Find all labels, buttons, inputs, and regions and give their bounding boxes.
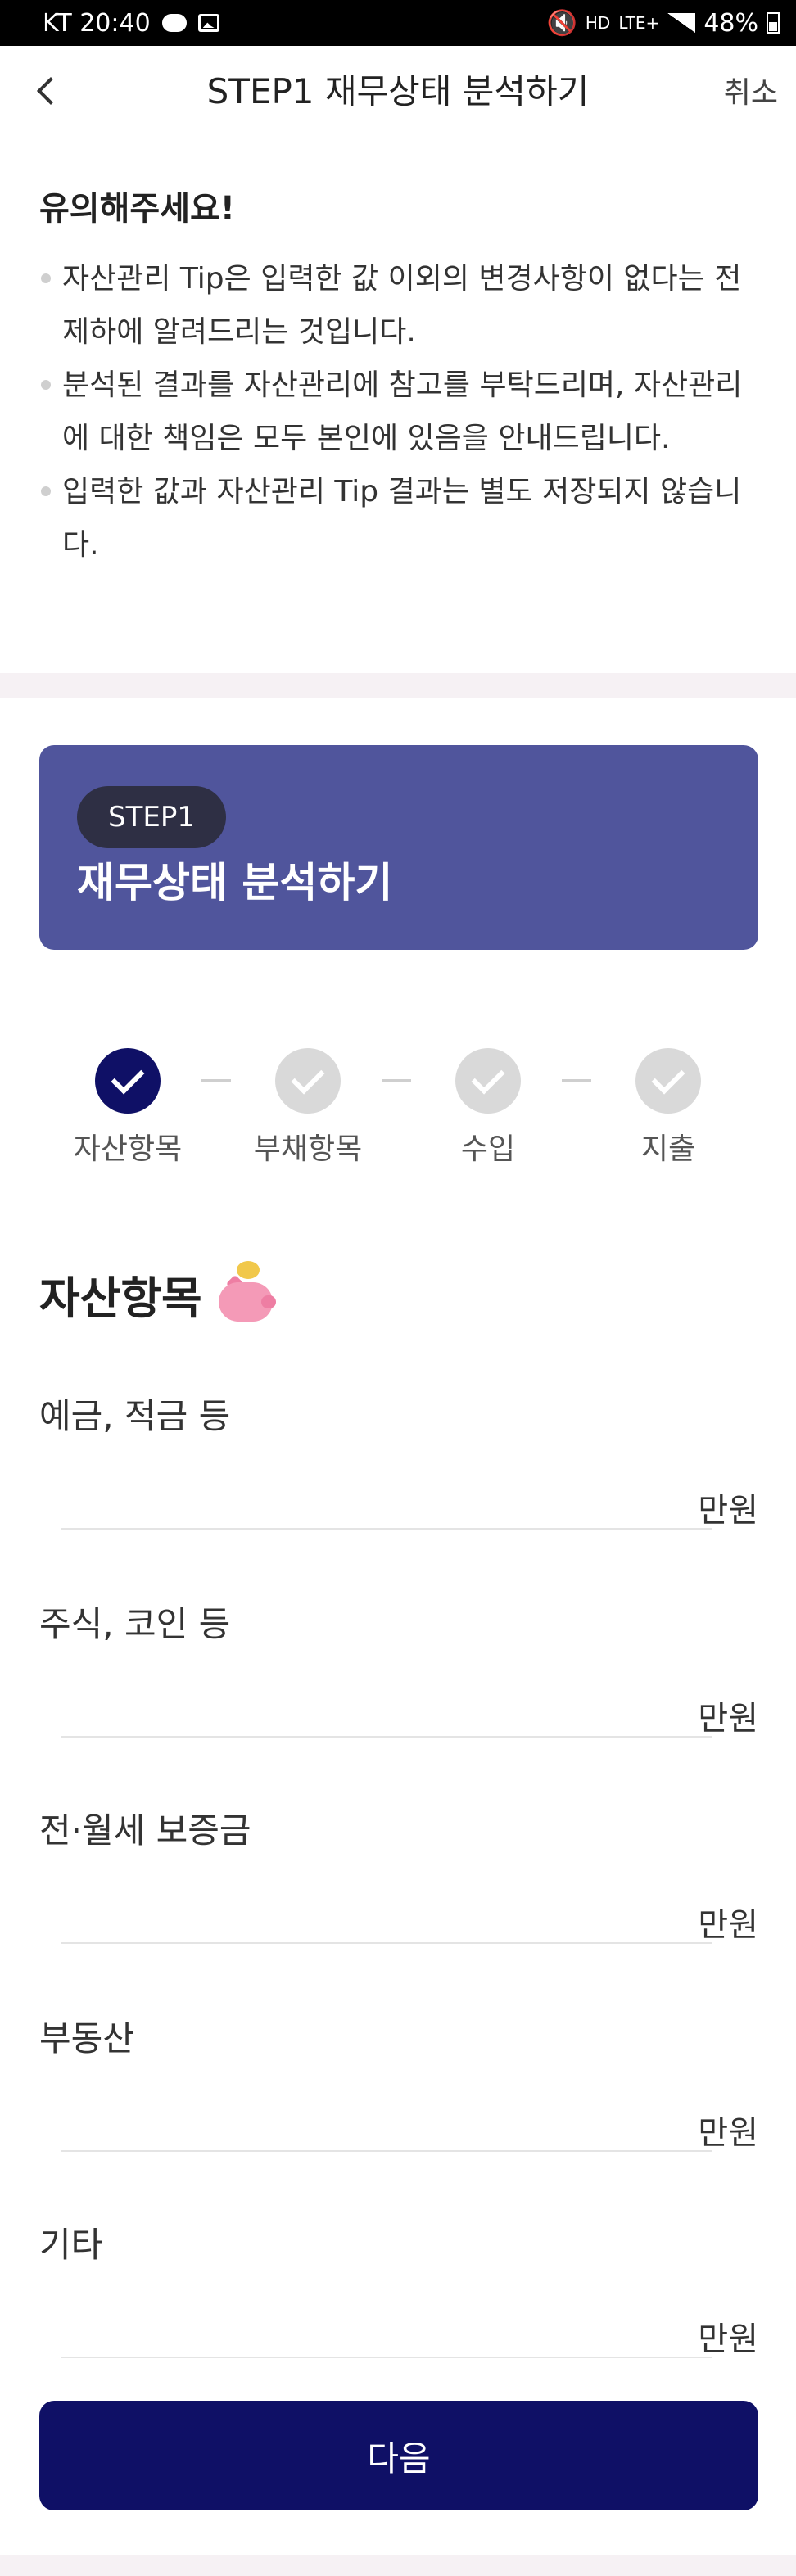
step-label: 부채항목 xyxy=(253,1132,363,1166)
check-icon xyxy=(471,1060,505,1095)
section-divider xyxy=(0,673,796,698)
step-banner: STEP1 재무상태 분석하기 xyxy=(39,745,758,950)
other-field: 기타 만원 xyxy=(39,2217,758,2381)
field-underline xyxy=(61,2357,712,2358)
cloud-icon xyxy=(161,14,187,32)
piggy-bank-icon xyxy=(214,1261,279,1326)
deposit-input[interactable] xyxy=(61,1471,711,1526)
image-icon xyxy=(197,14,219,32)
field-underline xyxy=(61,1942,712,1944)
notice-title: 유의해주세요! xyxy=(39,190,236,228)
real-estate-input[interactable] xyxy=(61,2093,711,2149)
stock-coin-field: 주식, 코인 등 만원 xyxy=(39,1597,758,1760)
lte-indicator: LTE+ xyxy=(618,13,660,33)
status-left: KT 20:40 xyxy=(43,9,219,38)
unit-label: 만원 xyxy=(698,1492,758,1530)
banner-title: 재무상태 분석하기 xyxy=(77,859,393,906)
field-underline xyxy=(61,1736,712,1738)
signal-icon xyxy=(667,13,696,33)
field-label: 기타 xyxy=(39,2225,103,2265)
carrier-time: KT 20:40 xyxy=(43,8,151,38)
battery-icon xyxy=(767,12,780,34)
step-label: 수입 xyxy=(460,1132,516,1166)
battery-percent: 48% xyxy=(703,8,758,38)
field-label: 예금, 적금 등 xyxy=(39,1396,231,1436)
section-title-text: 자산항목 xyxy=(39,1272,202,1324)
step-label: 자산항목 xyxy=(73,1132,183,1166)
field-label: 전·월세 보증금 xyxy=(39,1810,251,1851)
notice-item: 입력한 값과 자산관리 Tip 결과는 별도 저장되지 않습니다. xyxy=(39,465,760,572)
section-title: 자산항목 xyxy=(39,1261,279,1326)
step-income[interactable]: 수입 xyxy=(406,1048,570,1168)
rental-deposit-field: 전·월세 보증금 만원 xyxy=(39,1803,758,1967)
check-icon xyxy=(291,1060,325,1095)
field-label: 주식, 코인 등 xyxy=(39,1604,231,1644)
page-title: STEP1 재무상태 분석하기 xyxy=(206,71,590,111)
step-badge: STEP1 xyxy=(77,786,226,848)
field-label: 부동산 xyxy=(39,2018,134,2059)
step-label: 지출 xyxy=(640,1132,696,1166)
notice-item: 분석된 결과를 자산관리에 참고를 부탁드리며, 자산관리에 대한 책임은 모두… xyxy=(39,359,760,465)
status-right: 🔇 HD LTE+ 48% xyxy=(547,9,780,38)
stock-coin-input[interactable] xyxy=(61,1679,711,1734)
step-expenses[interactable]: 지출 xyxy=(586,1048,750,1168)
check-icon xyxy=(111,1060,145,1095)
real-estate-field: 부동산 만원 xyxy=(39,2011,758,2175)
step-indicator xyxy=(275,1048,341,1114)
unit-label: 만원 xyxy=(698,2114,758,2152)
cancel-button[interactable]: 취소 xyxy=(724,69,778,111)
check-icon xyxy=(651,1060,685,1095)
next-button[interactable]: 다음 xyxy=(39,2401,758,2510)
unit-label: 만원 xyxy=(698,2321,758,2358)
field-underline xyxy=(61,2150,712,2152)
step-indicator xyxy=(635,1048,701,1114)
step-assets[interactable]: 자산항목 xyxy=(46,1048,210,1168)
rental-deposit-input[interactable] xyxy=(61,1885,711,1941)
step-indicator xyxy=(95,1048,161,1114)
bottom-divider xyxy=(0,2555,796,2576)
unit-label: 만원 xyxy=(698,1700,758,1738)
step-indicator xyxy=(455,1048,521,1114)
unit-label: 만원 xyxy=(698,1906,758,1944)
app-header: STEP1 재무상태 분석하기 취소 xyxy=(0,46,796,136)
step-liabilities[interactable]: 부채항목 xyxy=(226,1048,390,1168)
mute-icon: 🔇 xyxy=(546,8,577,38)
notice-section: 유의해주세요! 자산관리 Tip은 입력한 값 이외의 변경사항이 없다는 전제… xyxy=(39,182,760,572)
notice-item: 자산관리 Tip은 입력한 값 이외의 변경사항이 없다는 전제하에 알려드리는… xyxy=(39,252,760,359)
other-input[interactable] xyxy=(61,2299,711,2355)
field-underline xyxy=(61,1528,712,1530)
deposit-field: 예금, 적금 등 만원 xyxy=(39,1389,758,1552)
hd-indicator: HD xyxy=(585,13,611,33)
notice-list: 자산관리 Tip은 입력한 값 이외의 변경사항이 없다는 전제하에 알려드리는… xyxy=(39,252,760,572)
status-bar: KT 20:40 🔇 HD LTE+ 48% xyxy=(0,0,796,46)
progress-stepper: 자산항목 부채항목 수입 지출 xyxy=(0,1048,796,1179)
